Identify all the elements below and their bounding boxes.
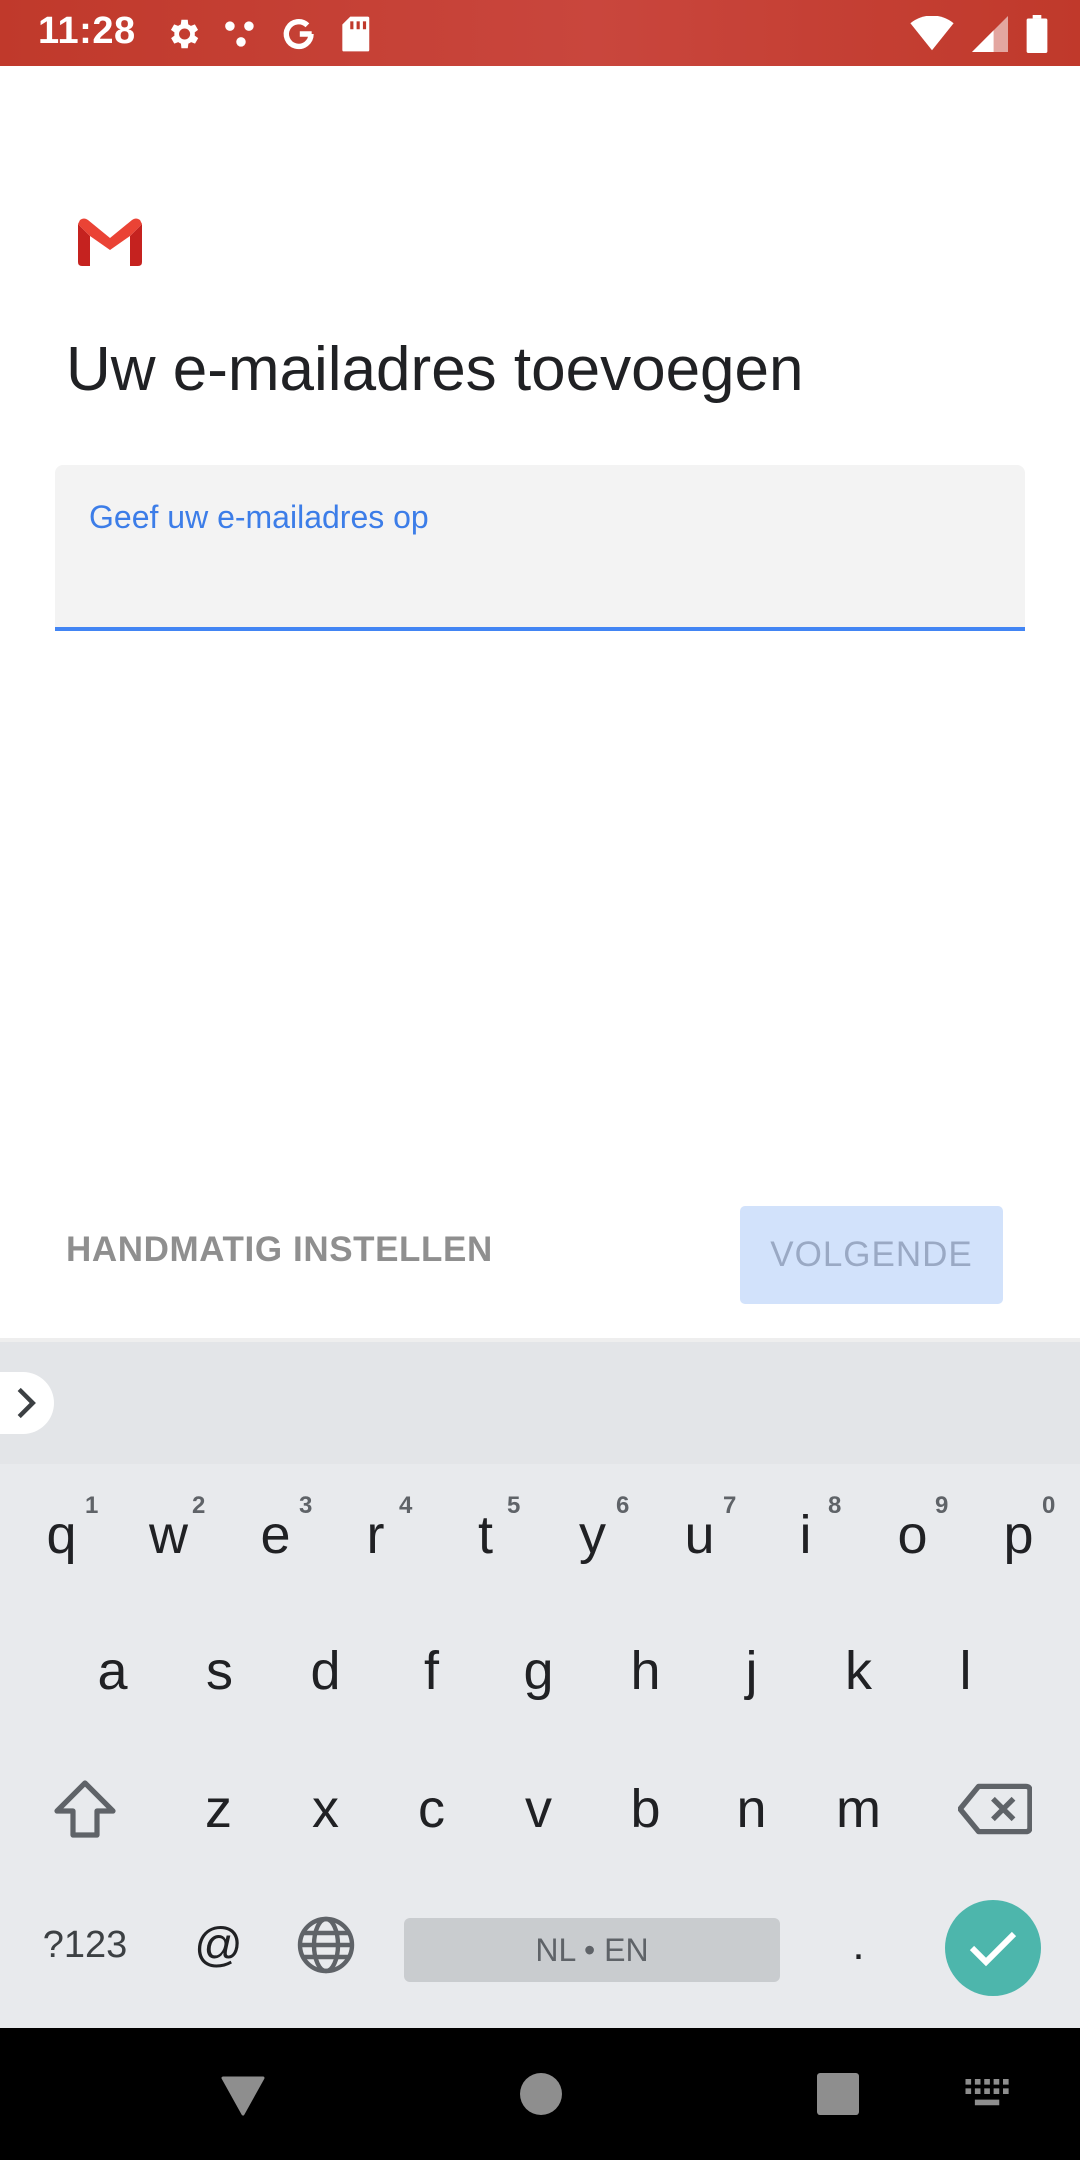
enter-key[interactable]: [945, 1900, 1041, 1996]
symbols-key[interactable]: ?123: [20, 1880, 150, 2010]
key-o[interactable]: o9: [859, 1470, 966, 1600]
key-l[interactable]: l: [912, 1606, 1019, 1736]
at-key[interactable]: @: [165, 1880, 272, 2010]
email-input[interactable]: [89, 553, 993, 605]
shift-key[interactable]: [20, 1744, 150, 1874]
backspace-icon: [958, 1783, 1032, 1835]
key-h[interactable]: h: [592, 1606, 699, 1736]
key-s[interactable]: s: [166, 1606, 273, 1736]
key-t[interactable]: t5: [432, 1470, 539, 1600]
chevron-right-icon: [17, 1387, 36, 1419]
email-field-label: Geef uw e-mailadres op: [89, 499, 429, 535]
key-w[interactable]: w2: [115, 1470, 222, 1600]
status-bar: 11:28: [0, 0, 1080, 66]
key-e[interactable]: e3: [222, 1470, 329, 1600]
key-c[interactable]: c: [378, 1744, 485, 1874]
suggestion-expand-button[interactable]: [0, 1372, 54, 1434]
recents-square-icon: [817, 2073, 859, 2115]
status-notification-icons: [164, 14, 372, 54]
nav-home-button[interactable]: [498, 2028, 584, 2160]
key-d[interactable]: d: [272, 1606, 379, 1736]
sd-card-icon: [342, 16, 370, 52]
key-z[interactable]: z: [165, 1744, 272, 1874]
shift-arrow-icon: [54, 1780, 116, 1838]
home-circle-icon: [520, 2073, 562, 2115]
key-k[interactable]: k: [805, 1606, 912, 1736]
language-key[interactable]: [272, 1880, 379, 2010]
key-p[interactable]: p0: [965, 1470, 1072, 1600]
key-q[interactable]: q1: [8, 1470, 115, 1600]
key-j[interactable]: j: [698, 1606, 805, 1736]
key-i[interactable]: i8: [752, 1470, 859, 1600]
back-triangle-icon: [221, 2076, 265, 2116]
keyboard-switch-icon: [965, 2079, 1009, 2106]
period-key[interactable]: .: [805, 1880, 912, 2010]
gmail-logo-icon: [78, 218, 142, 266]
google-g-icon: [283, 19, 314, 50]
nav-back-button[interactable]: [200, 2028, 286, 2160]
key-v[interactable]: v: [485, 1744, 592, 1874]
settings-gear-icon: [170, 19, 199, 49]
key-f[interactable]: f: [378, 1606, 485, 1736]
email-field[interactable]: Geef uw e-mailadres op: [55, 465, 1025, 631]
key-y[interactable]: y6: [539, 1470, 646, 1600]
key-g[interactable]: g: [485, 1606, 592, 1736]
battery-icon: [1026, 15, 1048, 53]
manual-setup-button[interactable]: HANDMATIG INSTELLEN: [66, 1230, 493, 1270]
nav-keyboard-switch-button[interactable]: [945, 2028, 1031, 2160]
key-u[interactable]: u7: [646, 1470, 753, 1600]
checkmark-icon: [969, 1931, 1017, 1967]
navigation-bar: [0, 2028, 1080, 2160]
key-x[interactable]: x: [272, 1744, 379, 1874]
key-n[interactable]: n: [698, 1744, 805, 1874]
globe-icon: [297, 1916, 354, 1974]
cell-signal-icon: [972, 16, 1008, 52]
suggestion-strip: [0, 1342, 1080, 1464]
status-time: 11:28: [38, 10, 136, 52]
key-b[interactable]: b: [592, 1744, 699, 1874]
backspace-key[interactable]: [930, 1744, 1060, 1874]
key-m[interactable]: m: [805, 1744, 912, 1874]
page-title: Uw e-mailadres toevoegen: [66, 335, 804, 404]
status-system-icons: [910, 14, 1048, 54]
next-button[interactable]: VOLGENDE: [740, 1206, 1003, 1304]
dots-network-icon: [225, 21, 254, 47]
key-a[interactable]: a: [59, 1606, 166, 1736]
nav-recents-button[interactable]: [795, 2028, 881, 2160]
space-key[interactable]: NL • EN: [404, 1918, 780, 1982]
key-r[interactable]: r4: [322, 1470, 429, 1600]
wifi-icon: [910, 16, 954, 51]
